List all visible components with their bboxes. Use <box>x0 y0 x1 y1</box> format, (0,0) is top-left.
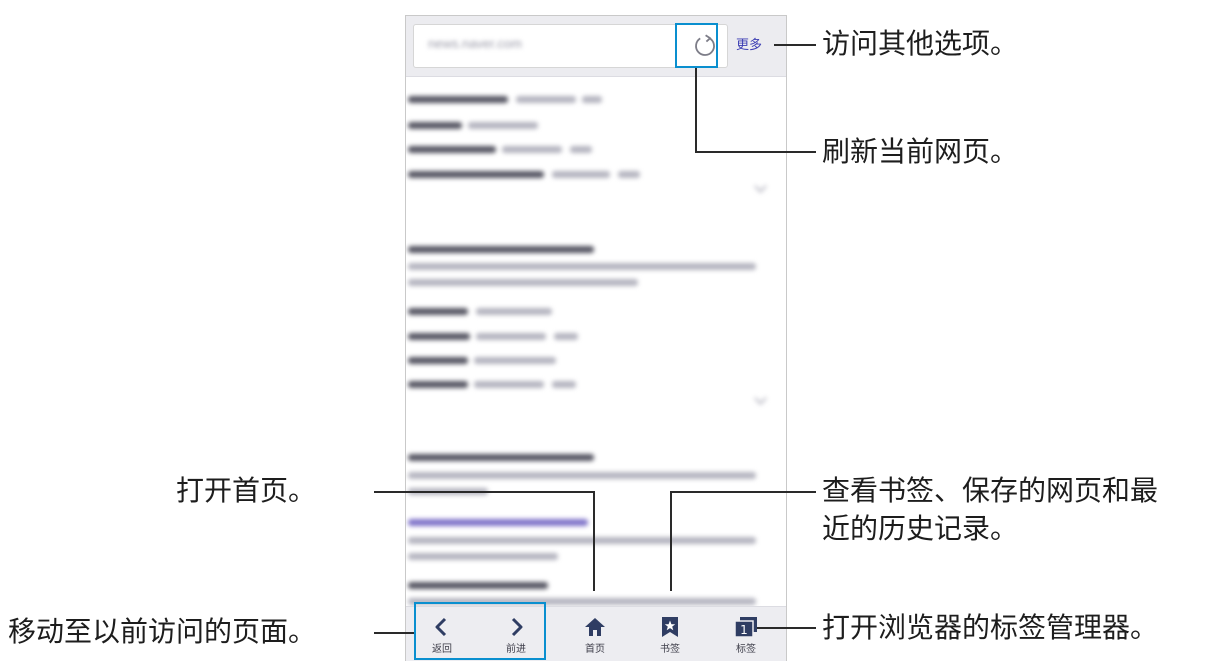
refresh-callout: 刷新当前网页。 <box>822 135 1019 168</box>
bookmarks-callout-line-v <box>670 491 672 591</box>
url-text: news.naver.com <box>428 36 522 51</box>
tabs-callout-line <box>757 627 816 629</box>
tabs-callout: 打开浏览器的标签管理器。 <box>822 611 1159 644</box>
more-button[interactable]: 更多 <box>736 34 762 53</box>
home-callout: 打开首页。 <box>176 474 317 507</box>
bookmarks-callout-line-h <box>670 491 816 493</box>
address-bar: news.naver.com 更多 <box>406 16 786 77</box>
tabs-button[interactable]: 1 标签 <box>713 607 779 661</box>
home-callout-line-h <box>374 491 595 493</box>
browser-screen: news.naver.com 更多 返回 前进 首页 书签 1 标签 <box>405 15 787 661</box>
more-callout-line <box>774 44 816 46</box>
bookmarks-callout-line1: 查看书签、保存的网页和最 <box>822 474 1159 507</box>
tabs-label: 标签 <box>736 644 756 655</box>
tab-count: 1 <box>740 623 748 637</box>
home-button[interactable]: 首页 <box>562 607 628 661</box>
bookmarks-button[interactable]: 书签 <box>637 607 703 661</box>
home-icon <box>585 618 605 636</box>
back-forward-callout: 移动至以前访问的页面。 <box>8 615 317 648</box>
bookmarks-callout-line2: 近的历史记录。 <box>822 512 1019 545</box>
web-page-content <box>406 76 786 606</box>
back-forward-callout-line <box>374 632 414 634</box>
home-label: 首页 <box>585 644 605 655</box>
refresh-highlight <box>675 23 718 68</box>
bookmarks-label: 书签 <box>660 644 680 655</box>
more-callout: 访问其他选项。 <box>822 27 1019 60</box>
home-callout-line-v <box>593 491 595 591</box>
refresh-callout-line-h <box>695 151 816 153</box>
bookmark-star-icon <box>662 617 678 637</box>
refresh-callout-line-v <box>695 68 697 152</box>
tabs-icon: 1 <box>734 617 757 638</box>
back-forward-highlight <box>414 602 546 660</box>
